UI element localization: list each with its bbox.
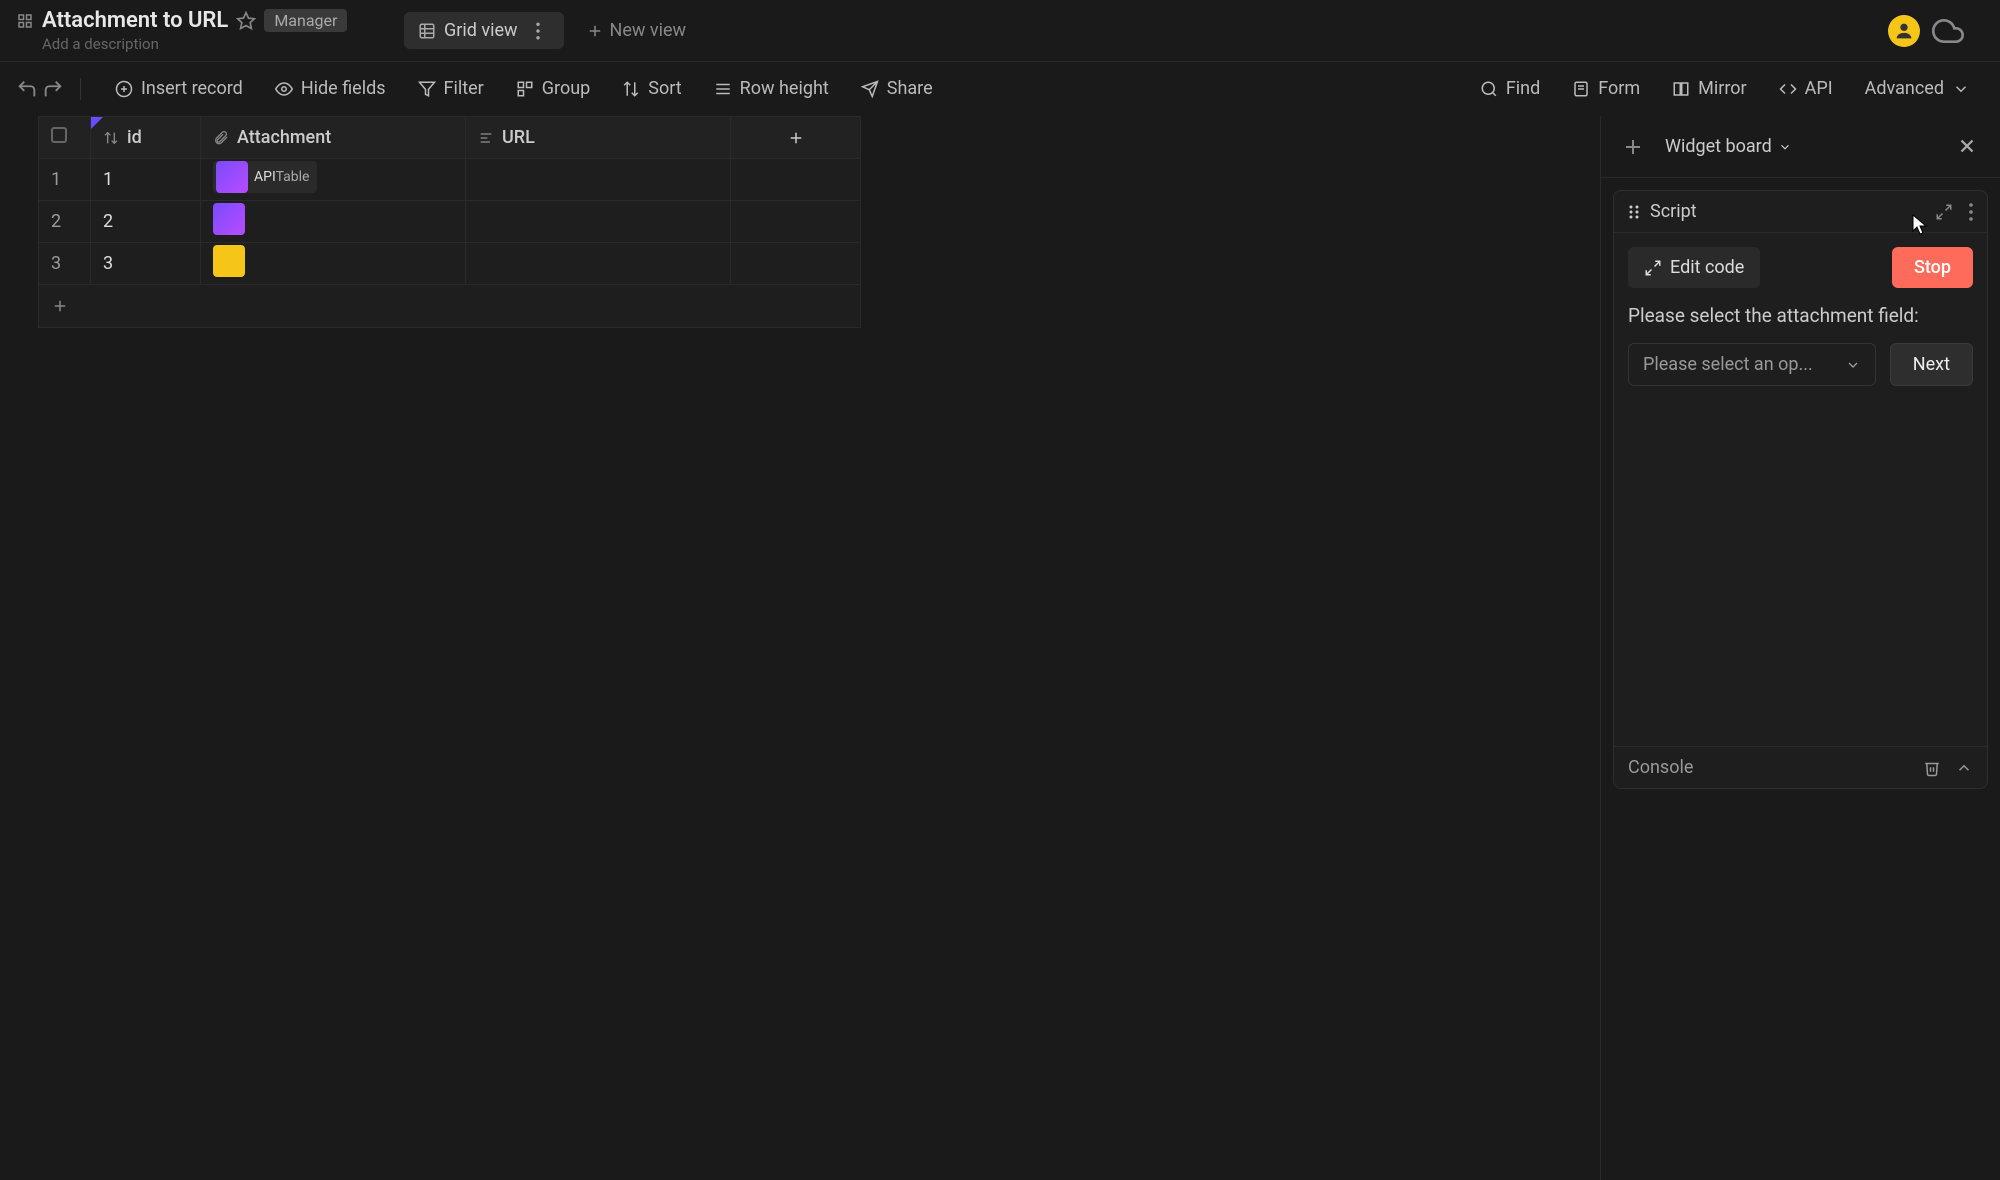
prompt-text: Please select the attachment field: xyxy=(1628,304,1973,327)
widget-board-label: Widget board xyxy=(1665,136,1772,157)
advanced-button[interactable]: Advanced xyxy=(1851,70,1984,107)
sort-label: Sort xyxy=(648,78,681,99)
stop-label: Stop xyxy=(1914,257,1951,278)
add-widget-button[interactable] xyxy=(1621,135,1645,159)
share-button[interactable]: Share xyxy=(847,70,947,107)
avatar[interactable] xyxy=(1888,15,1920,47)
field-select-placeholder: Please select an op... xyxy=(1643,354,1813,375)
expand-icon[interactable] xyxy=(1935,203,1953,221)
edit-code-label: Edit code xyxy=(1670,257,1744,278)
star-icon[interactable] xyxy=(236,11,256,31)
chevron-up-icon[interactable] xyxy=(1955,759,1973,777)
edit-code-button[interactable]: Edit code xyxy=(1628,247,1760,288)
group-label: Group xyxy=(542,78,590,99)
cell-url[interactable] xyxy=(466,159,731,201)
cell-id[interactable]: 3 xyxy=(91,243,201,285)
drag-handle-icon[interactable] xyxy=(1628,204,1640,220)
hide-fields-label: Hide fields xyxy=(301,78,386,99)
add-column-button[interactable] xyxy=(731,117,861,159)
attachment-label: APITable xyxy=(254,169,309,185)
add-row[interactable] xyxy=(39,285,861,328)
next-button[interactable]: Next xyxy=(1890,343,1973,386)
table-row[interactable]: 1 1 APITable xyxy=(39,159,861,201)
new-view-button[interactable]: New view xyxy=(572,12,701,49)
find-button[interactable]: Find xyxy=(1466,70,1554,107)
form-label: Form xyxy=(1598,78,1640,99)
cell-empty xyxy=(731,159,861,201)
row-number: 1 xyxy=(39,159,91,201)
insert-record-label: Insert record xyxy=(141,78,243,99)
mirror-label: Mirror xyxy=(1698,78,1746,99)
trash-icon[interactable] xyxy=(1923,759,1941,777)
chevron-down-icon xyxy=(1845,357,1861,373)
view-tab-grid[interactable]: Grid view xyxy=(404,12,564,49)
group-button[interactable]: Group xyxy=(502,70,604,107)
checkbox-header[interactable] xyxy=(39,117,91,159)
col-id-label: id xyxy=(127,127,142,148)
cell-url[interactable] xyxy=(466,243,731,285)
widget-title: Script xyxy=(1650,201,1697,222)
form-button[interactable]: Form xyxy=(1558,70,1654,107)
col-attachment-label: Attachment xyxy=(237,127,331,148)
cell-id[interactable]: 2 xyxy=(91,201,201,243)
attachment-thumb-icon xyxy=(213,245,245,277)
undo-icon[interactable] xyxy=(16,78,38,100)
api-label: API xyxy=(1805,78,1833,99)
row-number: 2 xyxy=(39,201,91,243)
hide-fields-button[interactable]: Hide fields xyxy=(261,70,400,107)
next-label: Next xyxy=(1913,354,1950,375)
advanced-label: Advanced xyxy=(1865,78,1944,99)
redo-icon[interactable] xyxy=(42,78,64,100)
filter-button[interactable]: Filter xyxy=(404,70,498,107)
description-placeholder[interactable]: Add a description xyxy=(42,35,396,53)
attachment-thumb-icon xyxy=(213,203,245,235)
new-view-label: New view xyxy=(610,20,687,41)
row-height-button[interactable]: Row height xyxy=(700,70,843,107)
role-badge: Manager xyxy=(264,9,347,32)
insert-record-button[interactable]: Insert record xyxy=(101,70,257,107)
page-title: Attachment to URL xyxy=(42,8,228,33)
widget-board-select[interactable]: Widget board xyxy=(1665,136,1792,157)
widget-more-icon[interactable] xyxy=(1969,203,1973,221)
filter-label: Filter xyxy=(444,78,484,99)
cell-empty xyxy=(731,243,861,285)
primary-field-marker xyxy=(91,117,103,129)
sync-icon[interactable] xyxy=(1932,15,1964,47)
column-header-url[interactable]: URL xyxy=(466,117,731,159)
row-number: 3 xyxy=(39,243,91,285)
cell-attachment[interactable] xyxy=(201,201,466,243)
cell-id[interactable]: 1 xyxy=(91,159,201,201)
table-row[interactable]: 3 3 xyxy=(39,243,861,285)
column-header-id[interactable]: id xyxy=(91,117,201,159)
datasheet-icon xyxy=(16,12,34,30)
cell-attachment[interactable] xyxy=(201,243,466,285)
col-url-label: URL xyxy=(502,127,535,148)
console-label: Console xyxy=(1628,757,1693,778)
find-label: Find xyxy=(1506,78,1540,99)
field-select[interactable]: Please select an op... xyxy=(1628,343,1876,386)
column-header-attachment[interactable]: Attachment xyxy=(201,117,466,159)
attachment-thumb-icon xyxy=(216,161,248,193)
cell-attachment[interactable]: APITable xyxy=(201,159,466,201)
view-tab-more-icon[interactable] xyxy=(526,22,550,40)
row-height-label: Row height xyxy=(740,78,829,99)
close-panel-button[interactable] xyxy=(1956,135,1980,159)
sort-button[interactable]: Sort xyxy=(608,70,695,107)
share-label: Share xyxy=(887,78,933,99)
cell-url[interactable] xyxy=(466,201,731,243)
cell-empty xyxy=(731,201,861,243)
mirror-button[interactable]: Mirror xyxy=(1658,70,1760,107)
stop-button[interactable]: Stop xyxy=(1892,247,1973,288)
view-tab-label: Grid view xyxy=(444,20,518,41)
table-row[interactable]: 2 2 xyxy=(39,201,861,243)
api-button[interactable]: API xyxy=(1765,70,1847,107)
